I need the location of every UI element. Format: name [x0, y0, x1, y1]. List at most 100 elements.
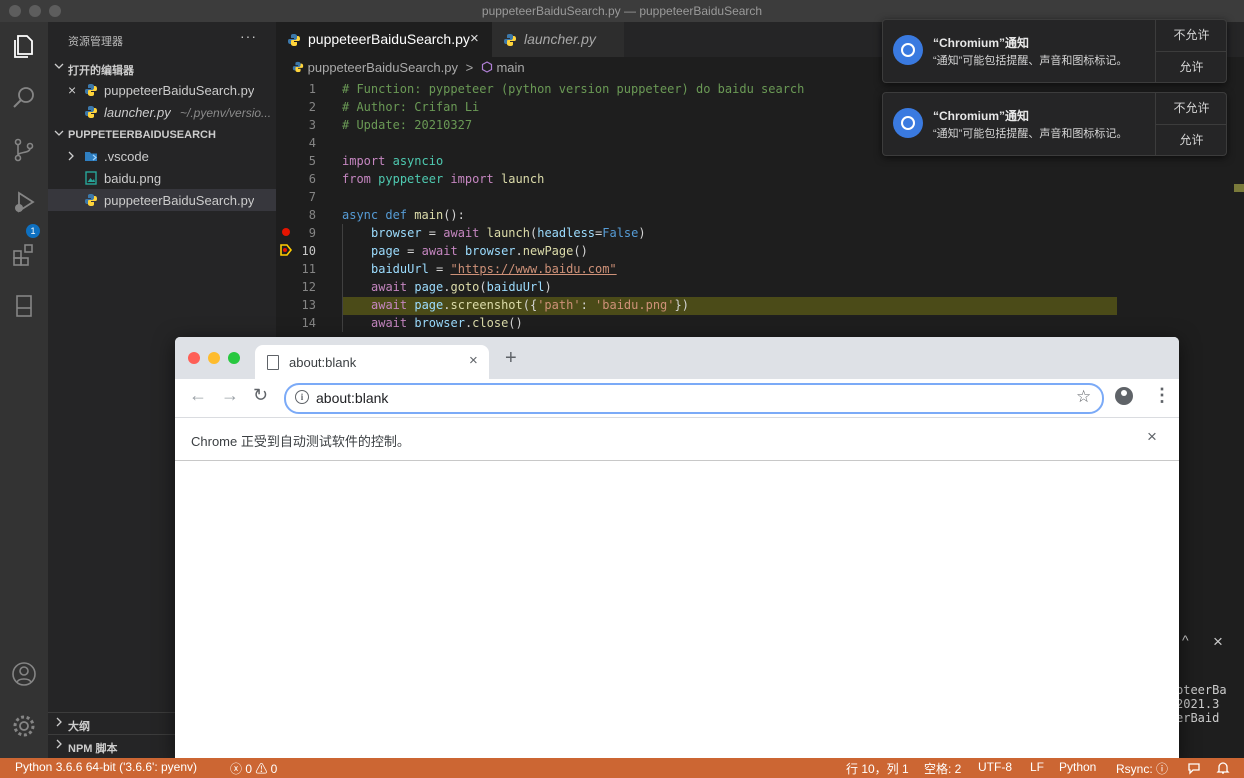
breadcrumb: puppeteerBaiduSearch.py > main	[292, 60, 529, 75]
extensions-icon[interactable]	[10, 240, 38, 268]
notification-bell-icon[interactable]	[1216, 761, 1230, 775]
python-interpreter[interactable]: Python 3.6.6 64-bit ('3.6.6': pyenv)	[15, 760, 197, 774]
feedback-icon[interactable]	[1187, 761, 1201, 775]
source-control-icon[interactable]	[10, 136, 38, 164]
address-input[interactable]	[316, 389, 1056, 407]
keyword: import	[450, 172, 494, 186]
info-bar-close-icon[interactable]: ×	[1147, 427, 1157, 447]
deny-button[interactable]: 不允许	[1156, 93, 1227, 124]
chrome-tab[interactable]: about:blank ×	[255, 345, 489, 379]
site-info-icon[interactable]: i	[295, 390, 309, 404]
function-name: newPage	[522, 244, 574, 258]
more-actions-icon[interactable]: ···	[240, 28, 257, 44]
minimize-window-dot[interactable]	[208, 352, 220, 364]
close-icon[interactable]: ×	[68, 82, 82, 98]
language-mode[interactable]: Python	[1059, 760, 1096, 774]
chevron-right-icon	[68, 151, 74, 161]
file-item[interactable]: puppeteerBaiduSearch.py	[48, 189, 276, 211]
run-debug-icon[interactable]	[10, 188, 38, 216]
keyword: await	[371, 298, 408, 312]
variable: browser	[371, 226, 422, 240]
method-icon	[481, 61, 492, 73]
explorer-icon[interactable]	[10, 32, 38, 60]
outline-label: 大纲	[68, 721, 90, 733]
chevron-right-icon	[56, 739, 62, 749]
chrome-tab-close-icon[interactable]: ×	[469, 352, 478, 369]
remote-explorer-icon[interactable]	[10, 292, 38, 320]
code-line: await page.goto(baiduUrl)	[371, 280, 552, 294]
module-name: asyncio	[392, 154, 444, 168]
open-editor-item[interactable]: launcher.py ~/.pyenv/versio...	[48, 101, 276, 123]
terminal-line: erBaid	[1176, 711, 1220, 725]
file-name: baidu.png	[104, 171, 162, 186]
problems-count[interactable]: ⓧ 0 ⚠ 0	[230, 760, 277, 777]
file-name: puppeteerBaiduSearch.py	[104, 193, 255, 208]
profile-avatar-icon[interactable]	[1115, 387, 1133, 405]
line-ending[interactable]: LF	[1030, 760, 1044, 774]
indentation[interactable]: 空格: 2	[924, 760, 961, 777]
notification-title: “Chromium”通知	[933, 109, 1030, 123]
punctuation: )	[544, 280, 552, 294]
breadcrumb-symbol[interactable]: main	[496, 60, 524, 75]
punctuation: .	[443, 280, 451, 294]
function-name: launch	[486, 226, 530, 240]
chromium-notification: “Chromium”通知 “通知”可能包括提醒、声音和图标标记。 不允许 允许	[882, 19, 1227, 83]
chrome-tab-title: about:blank	[289, 355, 357, 370]
forward-button[interactable]: →	[221, 385, 239, 406]
open-editors-label: 打开的编辑器	[68, 65, 134, 77]
npm-scripts-label: NPM 脚本	[68, 743, 118, 755]
function-name: goto	[450, 280, 480, 294]
notification-body: “通知”可能包括提醒、声音和图标标记。	[933, 55, 1128, 67]
argument: headless	[537, 226, 596, 240]
encoding[interactable]: UTF-8	[978, 760, 1012, 774]
open-editor-item[interactable]: × puppeteerBaiduSearch.py	[48, 79, 276, 101]
chrome-menu-icon[interactable]: ⋮	[1153, 385, 1171, 406]
bookmark-star-icon[interactable]: ☆	[1076, 387, 1091, 407]
allow-button[interactable]: 允许	[1156, 51, 1227, 83]
python-file-icon	[85, 106, 97, 118]
chevron-right-icon	[56, 717, 62, 727]
settings-gear-icon[interactable]	[10, 712, 38, 740]
tab-puppeteer-baidu-search[interactable]: puppeteerBaiduSearch.py ×	[276, 22, 492, 57]
constant: False	[602, 226, 639, 240]
zoom-window-dot[interactable]	[228, 352, 240, 364]
tab-launcher[interactable]: launcher.py	[492, 22, 624, 57]
deny-button[interactable]: 不允许	[1156, 20, 1227, 51]
code-line: from pyppeteer import launch	[342, 172, 544, 186]
chrome-tab-strip: about:blank × +	[175, 337, 1179, 379]
allow-button[interactable]: 允许	[1156, 124, 1227, 156]
folder-item[interactable]: .vscode	[48, 145, 276, 167]
project-header[interactable]: PUPPETEERBAIDUSEARCH	[48, 124, 276, 146]
open-editors-header[interactable]: 打开的编辑器	[48, 57, 276, 79]
operator: =	[428, 262, 451, 276]
reload-button[interactable]: ↻	[253, 385, 268, 406]
page-icon	[267, 355, 279, 370]
code-line: await browser.close()	[371, 316, 523, 330]
open-editor-path: ~/.pyenv/versio...	[180, 106, 272, 120]
new-tab-button[interactable]: +	[505, 347, 517, 370]
keyword: await	[421, 244, 458, 258]
function-name: screenshot	[450, 298, 523, 312]
panel-collapse-icon[interactable]: ^	[1182, 632, 1189, 648]
panel-close-icon[interactable]: ×	[1213, 632, 1223, 652]
line-number: 10	[301, 244, 316, 258]
account-icon[interactable]	[10, 660, 38, 688]
cursor-position[interactable]: 行 10，列 1	[846, 760, 909, 777]
vscode-folder-icon	[85, 152, 97, 161]
open-editor-name: launcher.py	[104, 105, 171, 120]
tab-close-icon[interactable]: ×	[470, 30, 479, 47]
back-button[interactable]: ←	[189, 385, 207, 406]
breadcrumb-file[interactable]: puppeteerBaiduSearch.py	[308, 60, 458, 75]
code-line: baiduUrl = "https://www.baidu.com"	[371, 262, 617, 276]
search-icon[interactable]	[10, 84, 38, 112]
close-window-dot[interactable]	[188, 352, 200, 364]
chevron-down-icon	[54, 130, 64, 136]
tab-label: puppeteerBaiduSearch.py	[308, 31, 470, 47]
function-name: main	[414, 208, 444, 222]
automation-message: Chrome 正受到自动测试软件的控制。	[191, 434, 410, 449]
rsync-status[interactable]: Rsync: ⓘ	[1116, 760, 1168, 777]
file-item[interactable]: baidu.png	[48, 167, 276, 189]
python-file-icon	[504, 34, 516, 46]
line-number: 14	[301, 316, 316, 330]
omnibox[interactable]: i ☆	[284, 383, 1104, 414]
